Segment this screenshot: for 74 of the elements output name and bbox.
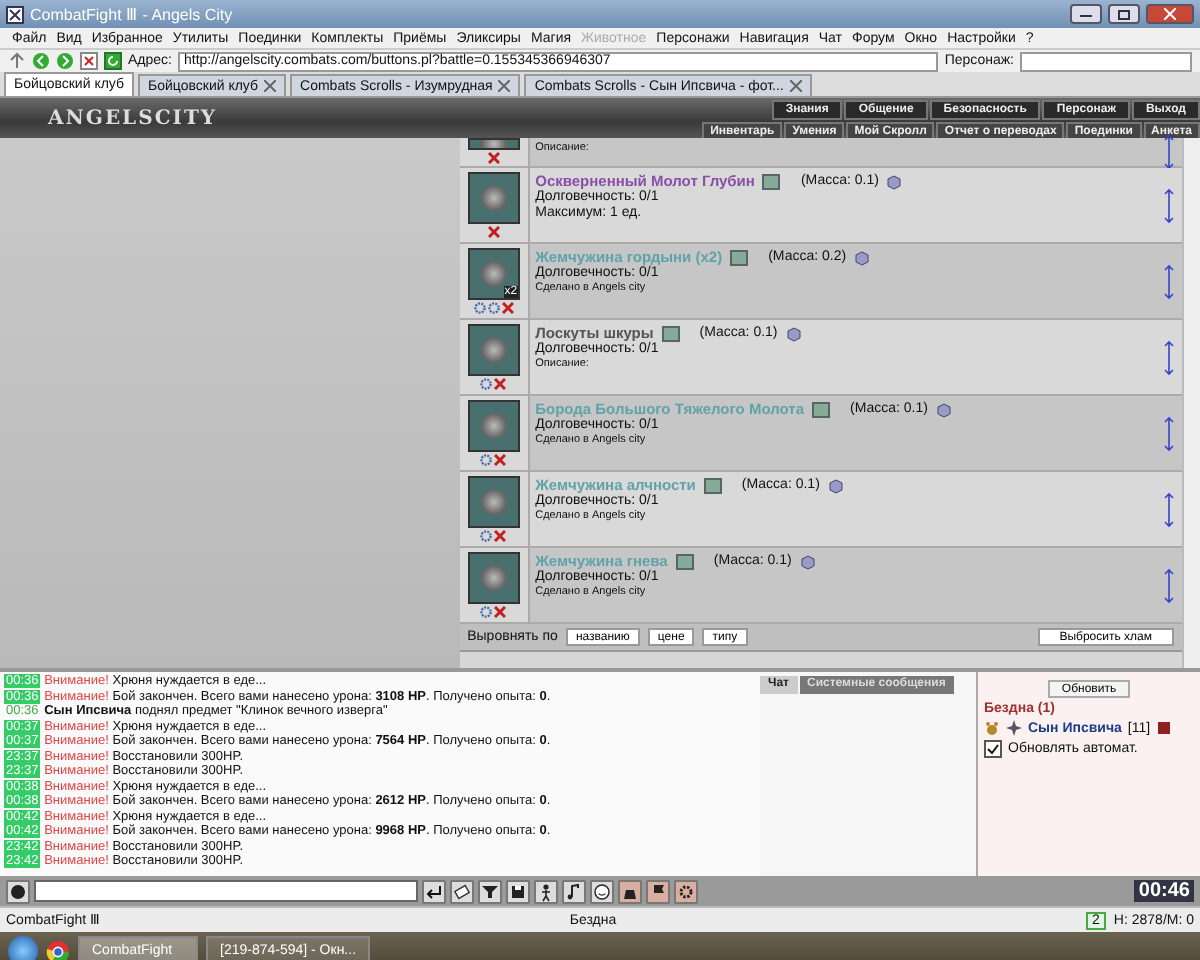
logo: ANGELSCITY — [45, 107, 218, 129]
item-image — [467, 172, 520, 224]
gear-icon[interactable] — [480, 530, 493, 542]
info-icon[interactable] — [703, 477, 722, 493]
cube-icon — [785, 325, 802, 341]
music-note-icon[interactable] — [562, 879, 586, 903]
delete-icon[interactable] — [501, 302, 514, 314]
up-down-arrow-icon[interactable] — [1163, 134, 1173, 170]
up-down-arrow-icon[interactable] — [1163, 567, 1173, 603]
close-icon[interactable] — [789, 80, 802, 92]
person-icon[interactable] — [534, 879, 558, 903]
up-down-arrow-icon[interactable] — [1163, 263, 1173, 299]
stop-icon[interactable] — [80, 52, 98, 70]
up-down-arrow-icon[interactable] — [1163, 415, 1173, 451]
delete-icon[interactable] — [494, 530, 507, 542]
refresh-icon[interactable] — [104, 52, 122, 70]
close-icon[interactable] — [264, 80, 277, 92]
back-icon[interactable] — [32, 52, 50, 70]
flag-icon[interactable] — [646, 879, 670, 903]
scrollbar[interactable] — [1182, 138, 1200, 668]
cube-icon — [886, 173, 903, 189]
cube-icon — [854, 249, 871, 265]
app-icon — [6, 5, 24, 23]
chat-input[interactable] — [34, 880, 418, 902]
cube-icon — [799, 553, 816, 569]
star-icon — [1006, 720, 1022, 736]
cube-icon — [827, 477, 844, 493]
character-field[interactable] — [1020, 51, 1192, 71]
info-icon[interactable] — [762, 173, 781, 189]
paw-icon — [984, 720, 1000, 736]
enter-arrow-icon[interactable] — [422, 879, 446, 903]
smiley-icon[interactable] — [590, 879, 614, 903]
delete-icon[interactable] — [494, 378, 507, 390]
minimize-icon — [1080, 10, 1092, 18]
gear-icon[interactable] — [480, 378, 493, 390]
item-image — [467, 400, 520, 452]
delete-icon[interactable] — [487, 226, 500, 238]
start-button[interactable] — [8, 936, 38, 960]
browser-icon[interactable] — [46, 939, 70, 960]
forward-icon[interactable] — [56, 52, 74, 70]
head-icon[interactable] — [6, 879, 30, 903]
info-icon[interactable] — [1156, 720, 1173, 736]
window-title: CombatFight Ⅲ - Angels City — [30, 5, 235, 23]
gear-icon[interactable] — [480, 454, 493, 466]
info-icon[interactable] — [661, 325, 680, 341]
filter-icon[interactable] — [478, 879, 502, 903]
delete-icon[interactable] — [487, 152, 500, 164]
item-image — [467, 552, 520, 604]
clock: 00:46 — [1134, 880, 1194, 902]
gear-icon[interactable] — [674, 879, 698, 903]
item-image — [467, 324, 520, 376]
save-icon[interactable] — [506, 879, 530, 903]
item-image — [467, 138, 520, 150]
cube-icon — [935, 401, 952, 417]
maximize-button[interactable] — [1108, 4, 1140, 24]
up-down-arrow-icon[interactable] — [1163, 339, 1173, 375]
info-icon[interactable] — [812, 401, 830, 417]
up-down-arrow-icon[interactable] — [1163, 491, 1173, 527]
up-arrow-icon[interactable] — [8, 52, 26, 70]
close-button[interactable] — [1146, 4, 1194, 24]
close-icon[interactable] — [498, 80, 511, 92]
close-icon — [1164, 8, 1176, 20]
info-icon[interactable] — [730, 249, 749, 265]
up-down-arrow-icon[interactable] — [1163, 187, 1173, 223]
gear-icon[interactable] — [480, 606, 493, 618]
item-image — [467, 476, 520, 528]
checkbox[interactable] — [984, 740, 1002, 758]
delete-icon[interactable] — [494, 454, 507, 466]
minimize-button[interactable] — [1070, 4, 1102, 24]
delete-icon[interactable] — [494, 606, 507, 618]
info-icon[interactable] — [675, 553, 694, 569]
bag-icon[interactable] — [618, 879, 642, 903]
maximize-icon — [1118, 9, 1130, 19]
eraser-icon[interactable] — [450, 879, 474, 903]
